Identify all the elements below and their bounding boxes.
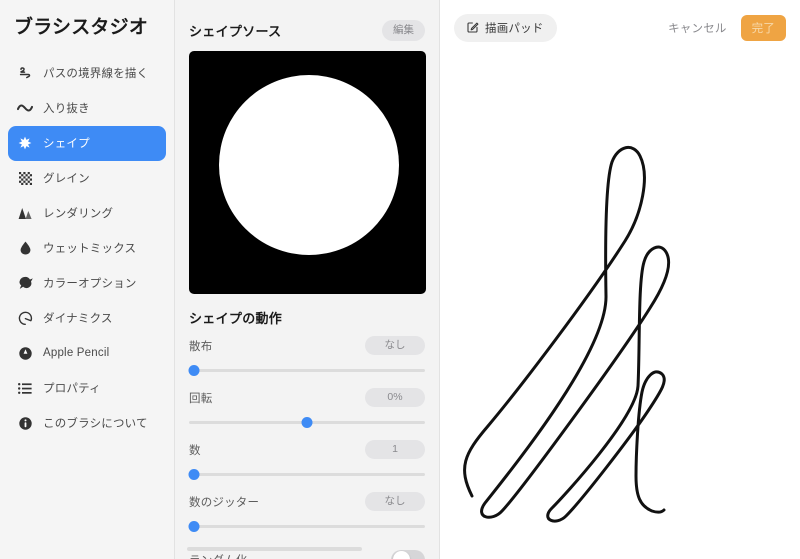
toggle-label: ランダム化 (189, 552, 248, 559)
drawing-area: 描画パッド キャンセル 完了 (440, 0, 800, 559)
sidebar-item-label: レンダリング (43, 208, 114, 221)
sidebar: ブラシスタジオ パスの境界線を描く 入り抜き シェイプ グレイン レンダリング … (0, 0, 175, 559)
sidebar-item-wet-mix[interactable]: ウェットミックス (8, 231, 166, 266)
sidebar-item-label: パスの境界線を描く (43, 68, 149, 81)
brush-studio-window: ブラシスタジオ パスの境界線を描く 入り抜き シェイプ グレイン レンダリング … (0, 0, 800, 559)
drawing-pad-button[interactable]: 描画パッド (454, 14, 557, 42)
slider-value: 1 (365, 439, 425, 460)
sidebar-item-dynamics[interactable]: ダイナミクス (8, 301, 166, 336)
slider-thumb[interactable] (188, 364, 200, 376)
scrollbar-thumb[interactable] (187, 547, 362, 551)
sidebar-item-apple-pencil[interactable]: Apple Pencil (8, 336, 166, 371)
rotation-slider[interactable] (189, 415, 425, 429)
wet-mix-droplet-icon (14, 237, 36, 259)
slider-label: 回転 (189, 392, 213, 405)
sidebar-item-label: ダイナミクス (43, 313, 113, 326)
slider-rail (189, 368, 425, 372)
sidebar-item-shape[interactable]: シェイプ (8, 125, 166, 161)
scatter-slider[interactable] (188, 363, 425, 377)
sidebar-item-taper[interactable]: 入り抜き (8, 91, 166, 126)
sidebar-item-label: カラーオプション (43, 278, 137, 291)
panel-scrollbar[interactable] (175, 547, 439, 551)
shape-star-icon (14, 132, 36, 154)
drawing-canvas[interactable] (440, 56, 800, 559)
sidebar-item-label: グレイン (43, 173, 90, 186)
sidebar-item-label: ウェットミックス (43, 243, 137, 256)
toolbar-actions: キャンセル 完了 (668, 15, 786, 41)
cancel-button[interactable]: キャンセル (668, 20, 727, 36)
sidebar-item-label: シェイプ (43, 138, 90, 151)
about-info-icon (14, 412, 36, 434)
grain-checker-icon (14, 167, 36, 189)
slider-row-count-jitter: 数のジッター なし (188, 491, 425, 533)
slider-row-count: 数 1 (188, 439, 425, 481)
taper-wave-icon (14, 97, 36, 119)
sidebar-item-rendering[interactable]: レンダリング (8, 196, 166, 231)
drawing-pad-label: 描画パッド (485, 23, 544, 35)
pencil-square-icon (467, 21, 479, 36)
slider-rail (189, 524, 425, 528)
sidebar-item-stroke-path[interactable]: パスの境界線を描く (8, 56, 166, 91)
sidebar-item-grain[interactable]: グレイン (8, 161, 166, 196)
shape-settings-panel: シェイプソース 編集 シェイプの動作 散布 なし 回転 0% 数 1 数のジッタ… (175, 0, 440, 559)
ink-stroke (463, 146, 671, 523)
apple-pencil-icon (14, 342, 36, 364)
shape-source-title: シェイプソース (189, 23, 282, 39)
sidebar-item-about-brush[interactable]: このブラシについて (8, 406, 166, 441)
color-options-icon (14, 272, 36, 294)
slider-value: なし (365, 335, 425, 356)
top-toolbar: 描画パッド キャンセル 完了 (440, 0, 800, 56)
randomize-toggle[interactable] (391, 549, 425, 559)
count-slider[interactable] (188, 467, 425, 481)
done-button[interactable]: 完了 (740, 15, 786, 41)
rendering-mountains-icon (14, 202, 36, 224)
sidebar-item-properties[interactable]: プロパティ (8, 371, 166, 406)
sidebar-list: パスの境界線を描く 入り抜き シェイプ グレイン レンダリング ウェットミックス… (0, 56, 174, 441)
edit-shape-button[interactable]: 編集 (382, 20, 425, 41)
slider-row-rotation: 回転 0% (189, 387, 425, 429)
shape-preview-circle (219, 74, 399, 255)
sidebar-item-label: 入り抜き (43, 103, 90, 116)
sidebar-item-label: プロパティ (43, 383, 101, 396)
count-jitter-slider[interactable] (188, 519, 425, 533)
shape-behaviour-title: シェイプの動作 (189, 310, 283, 326)
slider-thumb[interactable] (188, 520, 200, 532)
properties-list-icon (14, 377, 36, 399)
shape-source-header: シェイプソース 編集 (175, 0, 439, 41)
slider-label: 数 (189, 444, 201, 457)
shape-source-preview[interactable] (189, 50, 426, 294)
sidebar-item-color-options[interactable]: カラーオプション (8, 266, 166, 301)
slider-label: 数のジッター (189, 496, 260, 509)
slider-value: 0% (365, 387, 425, 408)
slider-thumb[interactable] (301, 416, 313, 428)
toggle-knob (392, 551, 410, 559)
sidebar-item-label: このブラシについて (43, 418, 148, 431)
slider-thumb[interactable] (188, 468, 200, 480)
slider-label: 散布 (189, 340, 213, 353)
page-title: ブラシスタジオ (14, 17, 149, 38)
shape-behaviour-controls: 散布 なし 回転 0% 数 1 数のジッター なし (175, 335, 439, 559)
slider-rail (189, 472, 425, 476)
slider-row-scatter: 散布 なし (188, 335, 425, 377)
dynamics-arc-icon (14, 307, 36, 329)
sidebar-item-label: Apple Pencil (43, 347, 110, 360)
stroke-path-icon (14, 62, 36, 84)
slider-value: なし (365, 491, 425, 512)
